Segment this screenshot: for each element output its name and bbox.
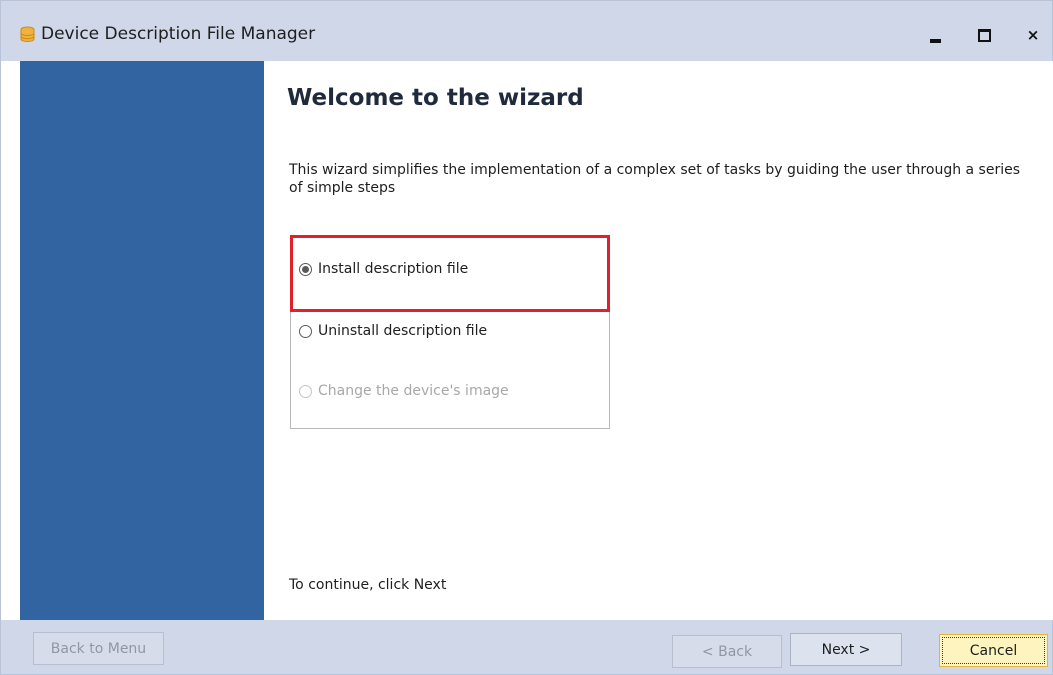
close-button[interactable]: × xyxy=(1013,19,1053,51)
maximize-button[interactable] xyxy=(964,19,1004,51)
maximize-icon xyxy=(977,28,991,42)
continue-hint: To continue, click Next xyxy=(289,577,447,593)
change-device-image-option: Change the device's image xyxy=(299,383,509,399)
radio-disabled-icon xyxy=(299,384,312,398)
radio-unselected-icon[interactable] xyxy=(299,324,312,338)
next-button[interactable]: Next > xyxy=(790,633,902,666)
install-description-file-option[interactable]: Install description file xyxy=(299,261,468,277)
change-image-option-label: Change the device's image xyxy=(318,383,509,399)
window-title: Device Description File Manager xyxy=(41,24,316,44)
title-bar[interactable]: Device Description File Manager × xyxy=(1,1,1052,61)
cancel-button[interactable]: Cancel xyxy=(939,634,1048,667)
database-icon xyxy=(19,26,36,43)
back-button[interactable]: < Back xyxy=(672,635,782,668)
wizard-description: This wizard simplifies the implementatio… xyxy=(289,162,1021,196)
radio-selected-icon[interactable] xyxy=(299,262,312,276)
minimize-button[interactable] xyxy=(915,19,955,51)
wizard-sidebar xyxy=(20,61,264,620)
install-option-label: Install description file xyxy=(318,261,469,277)
minimize-icon xyxy=(929,39,941,43)
uninstall-option-label: Uninstall description file xyxy=(318,323,488,339)
wizard-window: Device Description File Manager × Welcom… xyxy=(0,0,1053,675)
uninstall-description-file-option[interactable]: Uninstall description file xyxy=(299,323,487,339)
page-title: Welcome to the wizard xyxy=(287,85,584,111)
back-to-menu-button[interactable]: Back to Menu xyxy=(33,632,164,665)
close-icon: × xyxy=(1026,26,1040,44)
